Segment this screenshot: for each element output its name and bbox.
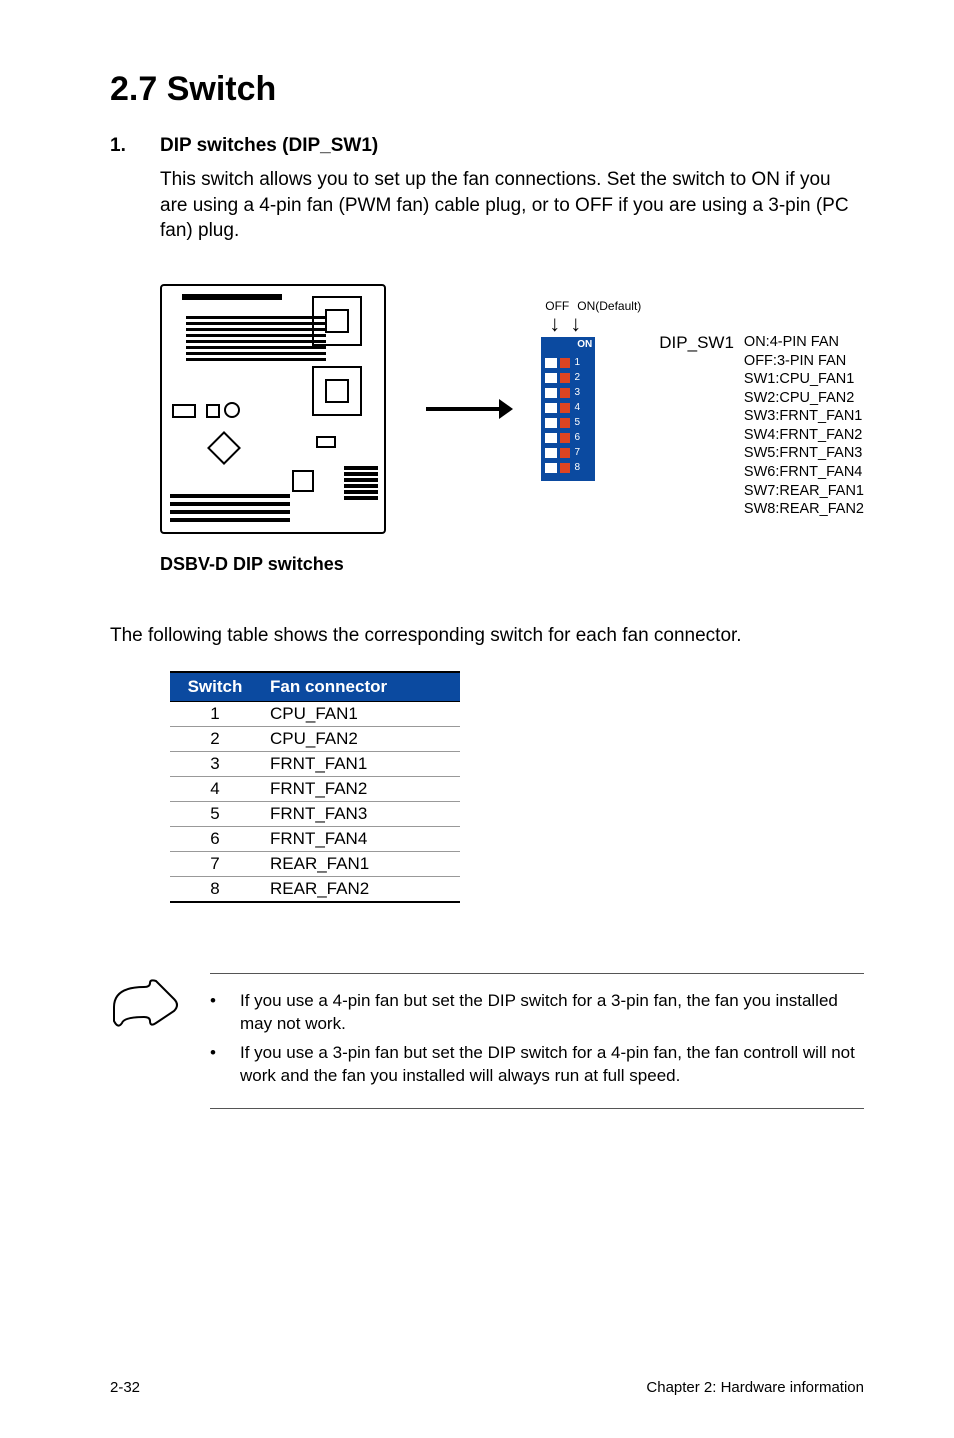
dip-num: 7 (573, 447, 581, 458)
page-number: 2-32 (110, 1379, 140, 1396)
bullet-icon: • (210, 1042, 220, 1088)
diagram-caption: DSBV-D DIP switches (160, 554, 344, 575)
table-row: 7REAR_FAN1 (170, 851, 460, 876)
fan-key-line: SW6:FRNT_FAN4 (744, 463, 864, 482)
table-row: 5FRNT_FAN3 (170, 801, 460, 826)
fan-key-line: SW8:REAR_FAN2 (744, 500, 864, 519)
table-row: 4FRNT_FAN2 (170, 776, 460, 801)
table-row: 8REAR_FAN2 (170, 876, 460, 902)
col-switch: Switch (170, 672, 260, 702)
note-block: • If you use a 4-pin fan but set the DIP… (210, 973, 864, 1109)
dip-on-text: ON (577, 339, 592, 350)
chapter-label: Chapter 2: Hardware information (646, 1379, 864, 1396)
switch-fan-table: Switch Fan connector 1CPU_FAN1 2CPU_FAN2… (170, 671, 460, 903)
arrow-icon (426, 407, 501, 411)
fan-key-line: SW5:FRNT_FAN3 (744, 444, 864, 463)
fan-key-list: ON:4-PIN FAN OFF:3-PIN FAN SW1:CPU_FAN1 … (744, 333, 864, 518)
dip-diagram: OFF ON(Default) ↓↓ ON 1 2 3 4 5 6 7 8 (160, 284, 864, 534)
section-title: 2.7 Switch (110, 70, 864, 109)
dip-num: 6 (573, 432, 581, 443)
fan-key-line: SW2:CPU_FAN2 (744, 389, 864, 408)
dip-num: 1 (573, 357, 581, 368)
fan-key-line: SW7:REAR_FAN1 (744, 482, 864, 501)
dip-num: 2 (573, 372, 581, 383)
on-label: ON(Default) (577, 299, 641, 313)
table-row: 3FRNT_FAN1 (170, 751, 460, 776)
table-row: 1CPU_FAN1 (170, 701, 460, 726)
note-text: If you use a 3-pin fan but set the DIP s… (240, 1042, 864, 1088)
fan-key-line: SW1:CPU_FAN1 (744, 370, 864, 389)
dip-num: 3 (573, 387, 581, 398)
fan-key-line: ON:4-PIN FAN (744, 333, 864, 352)
fan-key-line: SW4:FRNT_FAN2 (744, 426, 864, 445)
table-intro: The following table shows the correspond… (110, 625, 864, 647)
motherboard-graphic (160, 284, 386, 534)
bullet-icon: • (210, 990, 220, 1036)
fan-key-line: SW3:FRNT_FAN1 (744, 407, 864, 426)
item-number: 1. (110, 135, 160, 157)
fan-key-line: OFF:3-PIN FAN (744, 352, 864, 371)
item-body: This switch allows you to set up the fan… (160, 167, 860, 244)
dip-num: 8 (573, 462, 581, 473)
note-icon (110, 973, 180, 1032)
table-row: 2CPU_FAN2 (170, 726, 460, 751)
table-row: 6FRNT_FAN4 (170, 826, 460, 851)
dip-num: 4 (573, 402, 581, 413)
dip-switch-graphic: OFF ON(Default) ↓↓ ON 1 2 3 4 5 6 7 8 (541, 299, 641, 481)
item-title: DIP switches (DIP_SW1) (160, 135, 378, 157)
dip-num: 5 (573, 417, 581, 428)
connector-name: DIP_SW1 (659, 333, 734, 518)
note-text: If you use a 4-pin fan but set the DIP s… (240, 990, 864, 1036)
col-fan: Fan connector (260, 672, 460, 702)
